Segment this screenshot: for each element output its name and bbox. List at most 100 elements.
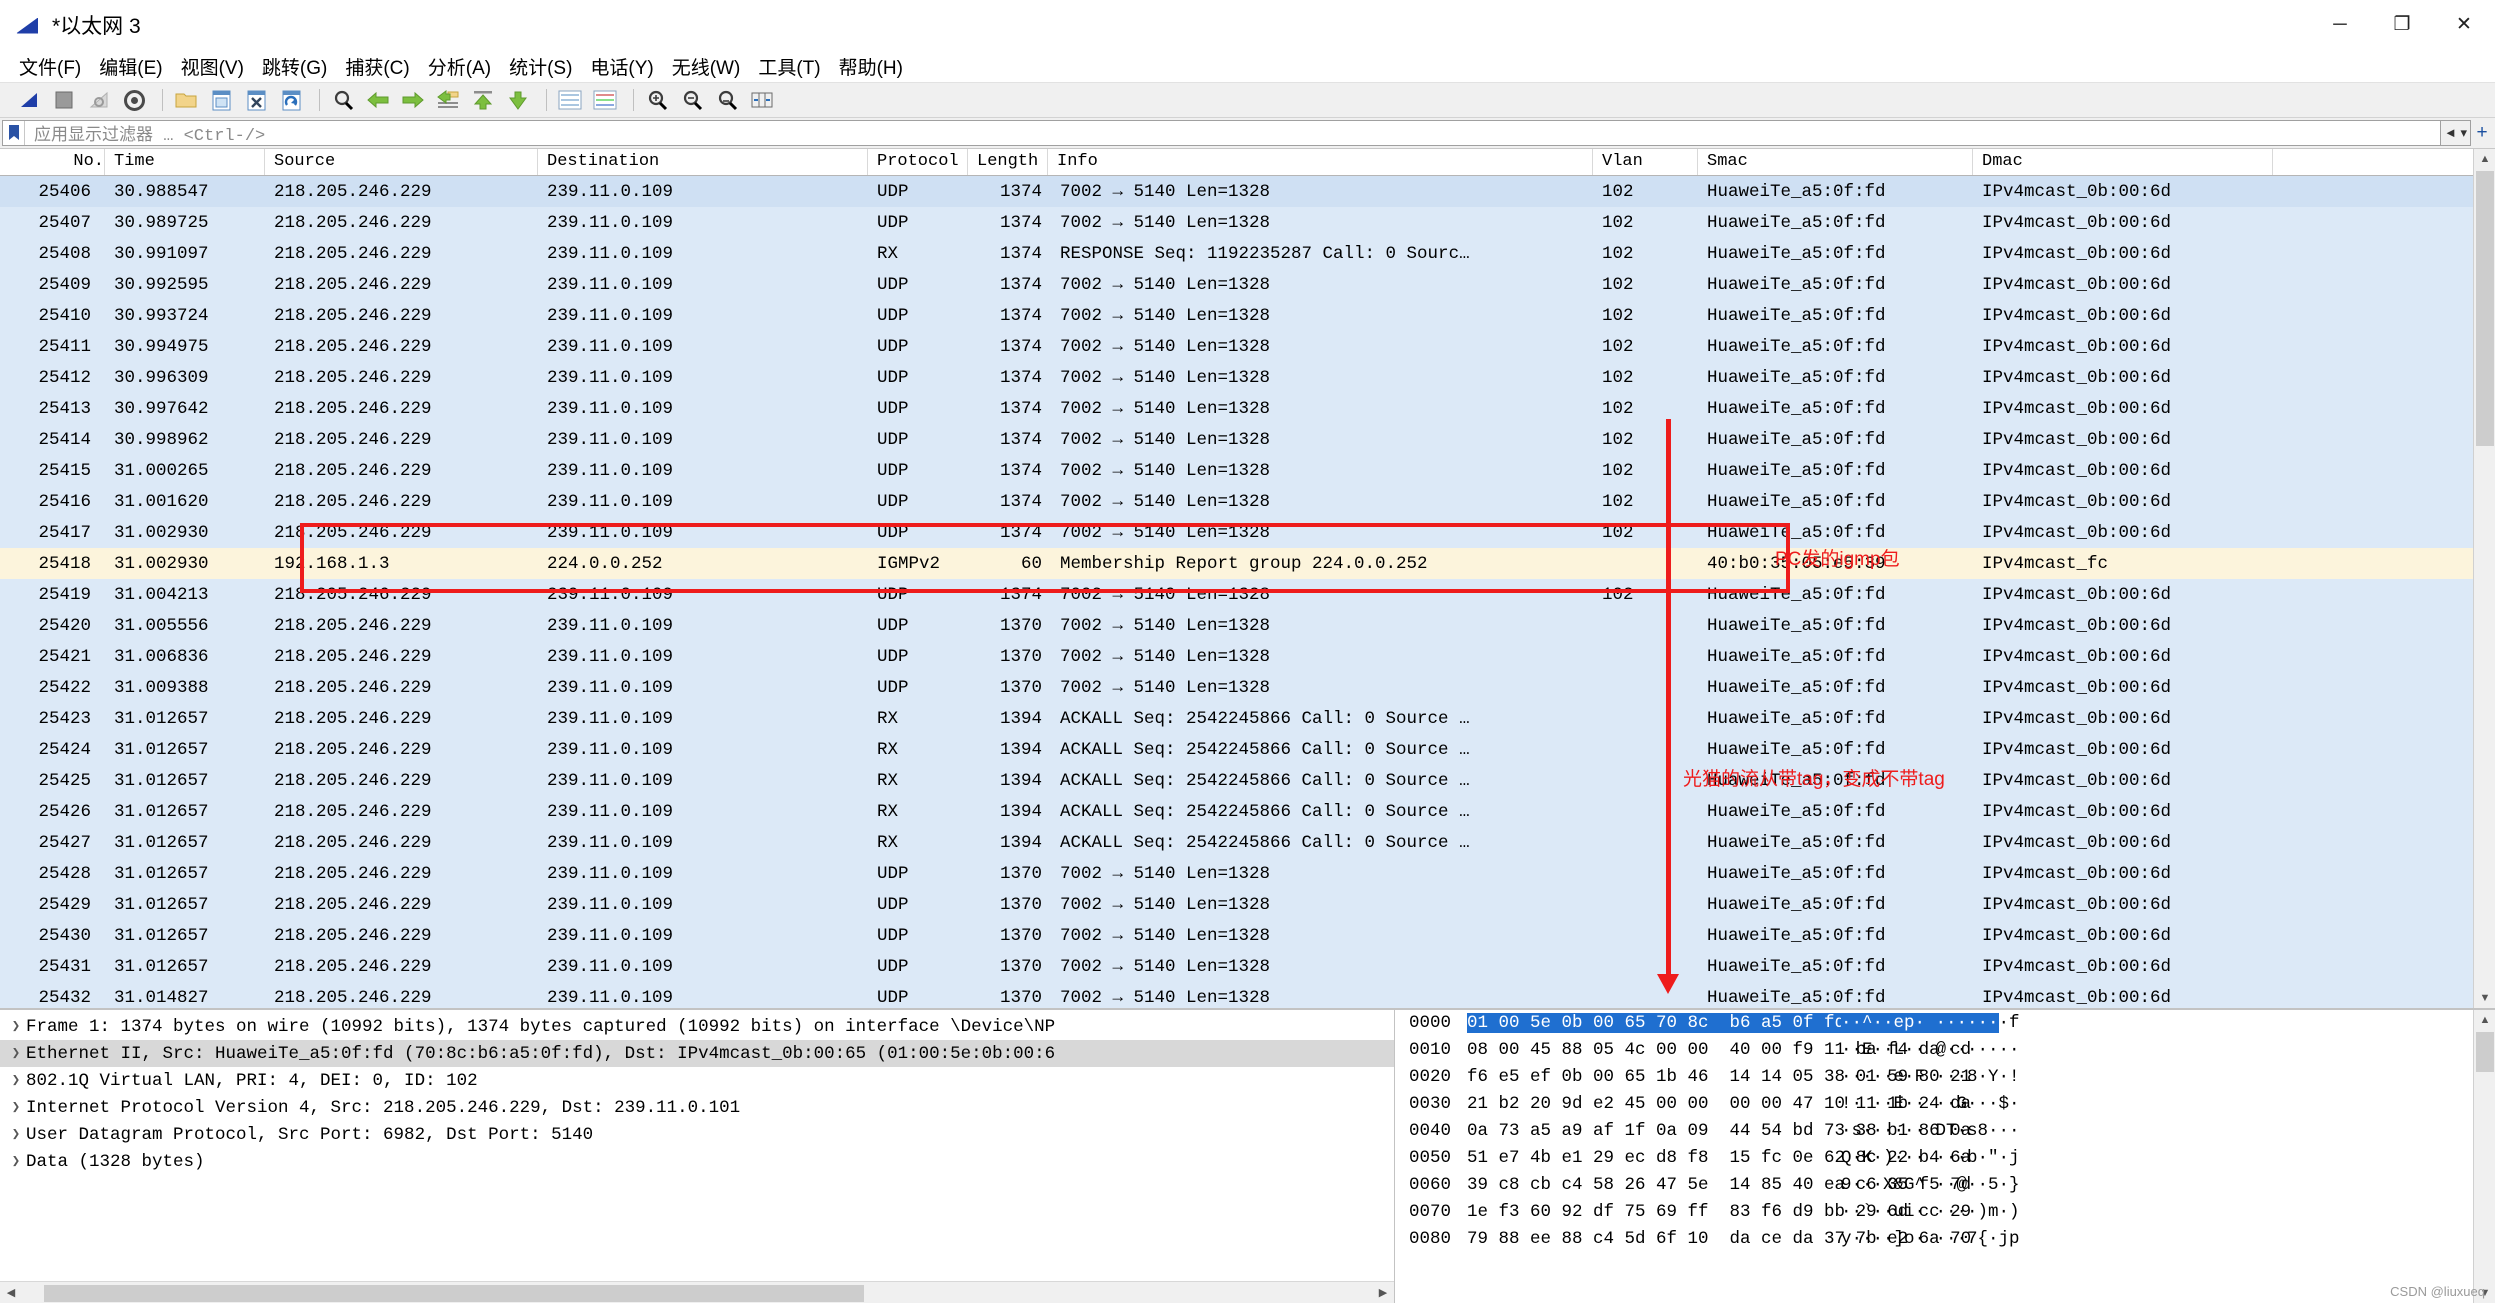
col-no[interactable]: No. [0, 149, 105, 175]
packet-row[interactable]: 2541230.996309218.205.246.229239.11.0.10… [0, 362, 2495, 393]
display-filter-input[interactable]: 应用显示过滤器 … <Ctrl-/> [2, 120, 2441, 146]
go-to-last-icon[interactable] [503, 86, 533, 114]
menu-file[interactable]: 文件(F) [10, 51, 90, 82]
menu-statistics[interactable]: 统计(S) [500, 51, 581, 82]
chevron-right-icon[interactable]: ❯ [6, 1072, 26, 1089]
packet-row[interactable]: 2542131.006836218.205.246.229239.11.0.10… [0, 641, 2495, 672]
chevron-right-icon[interactable]: ❯ [6, 1126, 26, 1143]
packet-row[interactable]: 2540930.992595218.205.246.229239.11.0.10… [0, 269, 2495, 300]
scroll-left-arrow-icon[interactable]: ◀ [0, 1283, 22, 1303]
hex-bytes[interactable]: 79 88 ee 88 c4 5d 6f 10 da ce da 37 7b e… [1467, 1229, 1825, 1256]
hex-ascii[interactable]: ··`··ui· ····)m·) [1841, 1202, 2020, 1229]
stop-capture-icon[interactable] [49, 86, 79, 114]
menu-help[interactable]: 帮助(H) [830, 51, 912, 82]
menu-tools[interactable]: 工具(T) [749, 51, 829, 82]
hex-bytes[interactable]: 39 c8 cb c4 58 26 47 5e 14 85 40 ea c6 3… [1467, 1175, 1825, 1202]
packet-row[interactable]: 2541330.997642218.205.246.229239.11.0.10… [0, 393, 2495, 424]
col-length[interactable]: Length [968, 149, 1048, 175]
packet-row[interactable]: 2542331.012657218.205.246.229239.11.0.10… [0, 703, 2495, 734]
detail-horizontal-scrollbar[interactable]: ◀ ▶ [0, 1281, 1394, 1303]
packet-row[interactable]: 2542831.012657218.205.246.229239.11.0.10… [0, 858, 2495, 889]
hex-ascii-column[interactable]: ··^··ep· ·······f··E··L·· @············e… [1825, 1013, 2020, 1303]
packet-row[interactable]: 2541931.004213218.205.246.229239.11.0.10… [0, 579, 2495, 610]
packet-row[interactable]: 2542531.012657218.205.246.229239.11.0.10… [0, 765, 2495, 796]
scroll-right-arrow-icon[interactable]: ▶ [1372, 1283, 1394, 1303]
packet-row[interactable]: 2541130.994975218.205.246.229239.11.0.10… [0, 331, 2495, 362]
reload-file-icon[interactable] [276, 86, 306, 114]
col-destination[interactable]: Destination [538, 149, 868, 175]
close-button[interactable]: ✕ [2433, 0, 2495, 50]
col-protocol[interactable]: Protocol [868, 149, 968, 175]
col-source[interactable]: Source [265, 149, 538, 175]
scroll-up-arrow-icon[interactable]: ▲ [2474, 1010, 2495, 1030]
detail-row[interactable]: ❯Frame 1: 1374 bytes on wire (10992 bits… [0, 1013, 1394, 1040]
hex-bytes[interactable]: 51 e7 4b e1 29 ec d8 f8 15 fc 0e 62 8c 2… [1467, 1148, 1825, 1175]
chevron-right-icon[interactable]: ❯ [6, 1099, 26, 1116]
packet-row[interactable]: 2540730.989725218.205.246.229239.11.0.10… [0, 207, 2495, 238]
packet-bytes-pane[interactable]: 000000100020003000400050006000700080 01 … [1395, 1010, 2495, 1303]
hex-bytes[interactable]: 08 00 45 88 05 4c 00 00 40 00 f9 11 ba f… [1467, 1040, 1825, 1067]
menu-go[interactable]: 跳转(G) [253, 51, 336, 82]
menu-capture[interactable]: 捕获(C) [336, 51, 418, 82]
hex-ascii[interactable]: ·····e·F ···8·Y·! [1841, 1067, 2020, 1094]
hex-bytes[interactable]: 01 00 5e 0b 00 65 70 8c b6 a5 0f fd 81 0… [1467, 1013, 1825, 1040]
restart-capture-icon[interactable] [84, 86, 114, 114]
scroll-down-arrow-icon[interactable]: ▼ [2474, 988, 2495, 1008]
packet-row[interactable]: 2541631.001620218.205.246.229239.11.0.10… [0, 486, 2495, 517]
zoom-reset-icon[interactable] [712, 86, 742, 114]
packet-row[interactable]: 2541030.993724218.205.246.229239.11.0.10… [0, 300, 2495, 331]
packet-row[interactable]: 2543131.012657218.205.246.229239.11.0.10… [0, 951, 2495, 982]
hex-bytes[interactable]: 0a 73 a5 a9 af 1f 0a 09 44 54 bd 73 38 b… [1467, 1121, 1825, 1148]
chevron-right-icon[interactable]: ❯ [6, 1018, 26, 1035]
hex-ascii[interactable]: !· ··E·· ··G···$· [1841, 1094, 2020, 1121]
packet-row[interactable]: 2541831.002930192.168.1.3224.0.0.252IGMP… [0, 548, 2495, 579]
menu-view[interactable]: 视图(V) [172, 51, 253, 82]
menu-telephony[interactable]: 电话(Y) [581, 51, 662, 82]
packet-list-scrollbar[interactable]: ▲ ▼ [2473, 149, 2495, 1008]
col-info[interactable]: Info [1048, 149, 1593, 175]
packet-row[interactable]: 2542031.005556218.205.246.229239.11.0.10… [0, 610, 2495, 641]
detail-row[interactable]: ❯User Datagram Protocol, Src Port: 6982,… [0, 1121, 1394, 1148]
scroll-up-arrow-icon[interactable]: ▲ [2474, 149, 2495, 169]
start-capture-icon[interactable] [14, 86, 44, 114]
go-forward-icon[interactable] [398, 86, 428, 114]
hex-ascii[interactable]: y····]o· ···7{·jp [1841, 1229, 2020, 1256]
close-file-icon[interactable] [241, 86, 271, 114]
go-to-first-icon[interactable] [468, 86, 498, 114]
open-file-icon[interactable] [171, 86, 201, 114]
zoom-in-icon[interactable] [642, 86, 672, 114]
packet-row[interactable]: 2542431.012657218.205.246.229239.11.0.10… [0, 734, 2495, 765]
packet-row[interactable]: 2542731.012657218.205.246.229239.11.0.10… [0, 827, 2495, 858]
save-file-icon[interactable] [206, 86, 236, 114]
packet-detail-tree[interactable]: ❯Frame 1: 1374 bytes on wire (10992 bits… [0, 1010, 1394, 1281]
detail-scrollbar-thumb[interactable] [44, 1285, 864, 1302]
detail-row[interactable]: ❯Data (1328 bytes) [0, 1148, 1394, 1175]
find-packet-icon[interactable] [328, 86, 358, 114]
hex-bytes[interactable]: f6 e5 ef 0b 00 65 1b 46 14 14 05 38 01 5… [1467, 1067, 1825, 1094]
packet-row[interactable]: 2541531.000265218.205.246.229239.11.0.10… [0, 455, 2495, 486]
menu-edit[interactable]: 编辑(E) [90, 51, 171, 82]
packet-row[interactable]: 2541430.998962218.205.246.229239.11.0.10… [0, 424, 2495, 455]
hex-bytes[interactable]: 21 b2 20 9d e2 45 00 00 00 00 47 10 11 1… [1467, 1094, 1825, 1121]
hex-bytes-column[interactable]: 01 00 5e 0b 00 65 70 8c b6 a5 0f fd 81 0… [1455, 1013, 1825, 1303]
add-filter-button[interactable]: + [2471, 120, 2493, 146]
col-smac[interactable]: Smac [1698, 149, 1973, 175]
hex-bytes[interactable]: 1e f3 60 92 df 75 69 ff 83 f6 d9 bb 29 6… [1467, 1202, 1825, 1229]
menu-wireless[interactable]: 无线(W) [663, 51, 750, 82]
detail-scroll-track[interactable] [22, 1284, 1372, 1302]
capture-options-icon[interactable] [119, 86, 149, 114]
scrollbar-thumb[interactable] [2476, 171, 2494, 446]
chevron-right-icon[interactable]: ❯ [6, 1045, 26, 1062]
hex-ascii[interactable]: 9···X&G^ ··@··5·} [1841, 1175, 2020, 1202]
menu-analyze[interactable]: 分析(A) [419, 51, 500, 82]
packet-row[interactable]: 2542931.012657218.205.246.229239.11.0.10… [0, 889, 2495, 920]
hex-ascii[interactable]: ··E··L·· @······· [1841, 1040, 2020, 1067]
zoom-out-icon[interactable] [677, 86, 707, 114]
minimize-button[interactable]: ─ [2309, 0, 2371, 50]
detail-row[interactable]: ❯Internet Protocol Version 4, Src: 218.2… [0, 1094, 1394, 1121]
col-time[interactable]: Time [105, 149, 265, 175]
go-to-packet-icon[interactable] [433, 86, 463, 114]
packet-row[interactable]: 2542631.012657218.205.246.229239.11.0.10… [0, 796, 2495, 827]
go-back-icon[interactable] [363, 86, 393, 114]
filter-expression-icon[interactable]: ◄ ▾ [2441, 120, 2471, 146]
